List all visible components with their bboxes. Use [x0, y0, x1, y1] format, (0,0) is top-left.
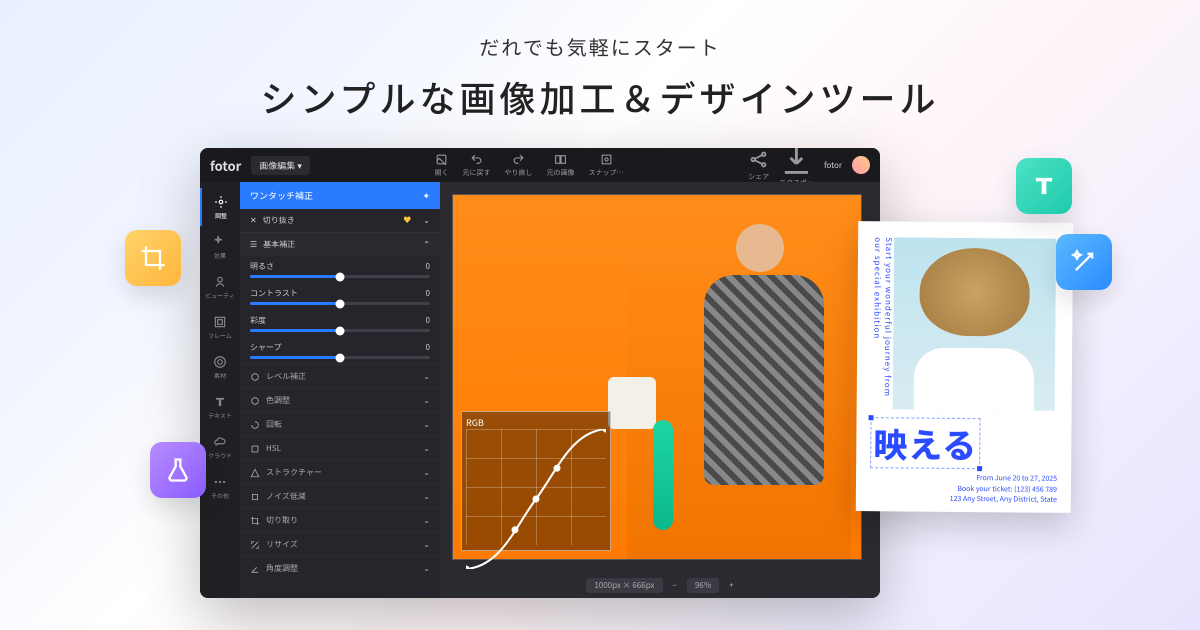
open-button[interactable]: 開く — [435, 153, 449, 178]
editor-topbar: fotor 画像編集 ▾ 開く 元に戻す やり直し 元の画像 スナップ… シェア… — [200, 148, 880, 182]
basic-header[interactable]: ☰ 基本補正 ⌃ — [240, 233, 440, 256]
canvas-area: RGB — [440, 182, 880, 598]
poster-details: From June 20 to 27, 2025 Book your ticke… — [870, 472, 1057, 505]
rail-text[interactable]: テキスト — [200, 388, 240, 426]
wand-icon: ✦ — [422, 189, 430, 202]
app-logo: fotor — [210, 156, 241, 175]
rail-beauty[interactable]: ビューティ — [200, 268, 240, 306]
row-levels[interactable]: レベル補正⌄ — [240, 364, 440, 388]
rail-material[interactable]: 素材 — [200, 348, 240, 386]
row-rotate[interactable]: 回転⌄ — [240, 412, 440, 436]
avatar[interactable] — [852, 156, 870, 174]
zoom-readout: 96% — [687, 578, 719, 593]
zoom-out-button[interactable]: − — [673, 580, 677, 591]
chevron-up-icon: ⌃ — [423, 239, 430, 250]
zoom-in-button[interactable]: + — [729, 580, 733, 591]
poster-card: Start your wonderful journey from our sp… — [856, 221, 1074, 513]
rail-frame[interactable]: フレーム — [200, 308, 240, 346]
rail-effects[interactable]: 効果 — [200, 228, 240, 266]
compare-button[interactable]: 元の画像 — [547, 153, 575, 178]
dimensions-readout: 1000px × 666px — [586, 578, 662, 593]
crop-row[interactable]: ✕ 切り抜き ♥ ⌄ — [240, 209, 440, 233]
rail-adjust[interactable]: 調整 — [200, 188, 240, 226]
undo-button[interactable]: 元に戻す — [463, 153, 491, 178]
poster-headline[interactable]: 映える — [870, 417, 980, 469]
sliders-icon: ☰ — [250, 239, 257, 250]
rail-cloud[interactable]: クラウド — [200, 428, 240, 466]
snap-button[interactable]: スナップ… — [589, 153, 624, 178]
topbar-center: 開く 元に戻す やり直し 元の画像 スナップ… — [310, 153, 748, 178]
row-hsl[interactable]: HSL⌄ — [240, 436, 440, 460]
crop-tile — [125, 230, 181, 286]
hero-subtitle: だれでも気軽にスタート — [0, 32, 1200, 61]
heart-icon: ♥ — [403, 215, 411, 226]
canvas-image[interactable]: RGB — [452, 194, 862, 560]
row-angle[interactable]: 角度調整⌄ — [240, 556, 440, 580]
rail-more[interactable]: その他 — [200, 468, 240, 506]
close-icon: ✕ — [250, 215, 257, 226]
editor-window: fotor 画像編集 ▾ 開く 元に戻す やり直し 元の画像 スナップ… シェア… — [200, 148, 880, 598]
text-tile — [1016, 158, 1072, 214]
slider-sharpen[interactable]: シャープ0 — [240, 337, 440, 364]
mode-dropdown[interactable]: 画像編集 ▾ — [251, 156, 310, 175]
skateboard-shape — [653, 420, 673, 530]
row-structure[interactable]: ストラクチャー⌄ — [240, 460, 440, 484]
one-tap-button[interactable]: ワンタッチ補正 ✦ — [240, 182, 440, 209]
row-resize[interactable]: リサイズ⌄ — [240, 532, 440, 556]
tool-rail: 調整 効果 ビューティ フレーム 素材 テキスト クラウド その他 — [200, 182, 240, 598]
chevron-down-icon: ⌄ — [423, 215, 430, 226]
hero-title: シンプルな画像加工＆デザインツール — [0, 71, 1200, 123]
adjust-panel: ワンタッチ補正 ✦ ✕ 切り抜き ♥ ⌄ ☰ 基本補正 ⌃ 明るさ0 コントラス… — [240, 182, 440, 598]
username: fotor — [824, 160, 842, 171]
poster-side-text: Start your wonderful journey from our sp… — [871, 237, 894, 397]
zoom-bar: 1000px × 666px − 96% + — [440, 572, 880, 598]
slider-brightness[interactable]: 明るさ0 — [240, 256, 440, 283]
hero-text: だれでも気軽にスタート シンプルな画像加工＆デザインツール — [0, 0, 1200, 123]
slider-saturation[interactable]: 彩度0 — [240, 310, 440, 337]
flask-tile — [150, 442, 206, 498]
redo-button[interactable]: やり直し — [505, 153, 533, 178]
slider-contrast[interactable]: コントラスト0 — [240, 283, 440, 310]
poster-photo — [893, 237, 1056, 410]
row-color[interactable]: 色調整⌄ — [240, 388, 440, 412]
rgb-curve-box[interactable]: RGB — [461, 411, 611, 551]
row-denoise[interactable]: ノイズ低減⌄ — [240, 484, 440, 508]
rgb-label: RGB — [466, 416, 484, 429]
bag-shape — [608, 377, 656, 429]
wand-tile — [1056, 234, 1112, 290]
row-crop2[interactable]: 切り取り⌄ — [240, 508, 440, 532]
share-button[interactable]: シェア — [748, 149, 769, 182]
